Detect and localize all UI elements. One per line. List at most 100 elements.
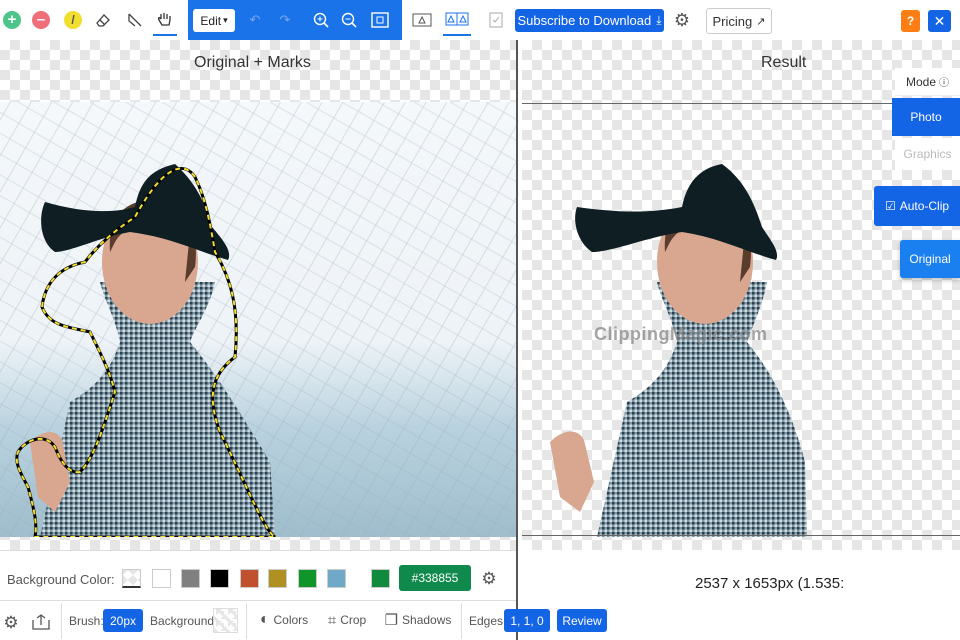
swatch-light-blue[interactable] — [327, 569, 346, 588]
mode-header: Mode ⓘ — [895, 68, 960, 96]
zoom-in-icon — [313, 12, 329, 28]
swatch-transparent[interactable] — [122, 569, 141, 588]
single-pane-icon — [412, 13, 432, 27]
pricing-button[interactable]: Pricing ↗ — [706, 8, 772, 34]
subscribe-label: Subscribe to Download — [517, 13, 652, 28]
bottom-toolbar: ⚙ Brush: 20px Background: ◐ Colors ⌗ Cro… — [0, 600, 607, 640]
clipboard-check-icon — [489, 12, 503, 28]
single-view-button[interactable] — [411, 6, 433, 34]
edges-settings-button[interactable]: 1, 1, 0 — [504, 609, 550, 632]
zoom-out-button[interactable] — [338, 6, 360, 34]
external-link-icon: ↗ — [756, 15, 766, 28]
separator — [246, 603, 247, 639]
graphics-label: Graphics — [903, 147, 952, 161]
bg-settings-button[interactable]: ⚙ — [479, 565, 499, 593]
edit-mode-label: Edit — [200, 13, 222, 28]
gear-icon: ⚙ — [673, 9, 691, 30]
edges-label: Edges: — [469, 614, 507, 628]
original-pane: Original + Marks — [0, 40, 516, 550]
tray-icon — [32, 614, 50, 630]
split-view-button[interactable] — [443, 4, 471, 36]
pan-tool[interactable] — [153, 4, 177, 36]
original-label: Original — [909, 252, 951, 266]
info-icon: ⓘ — [939, 78, 950, 89]
help-button[interactable]: ? — [901, 10, 920, 32]
mode-photo-button[interactable]: Photo — [892, 98, 960, 136]
fit-view-button[interactable] — [368, 6, 392, 34]
tool-settings-button[interactable]: ⚙ — [2, 609, 20, 637]
swatch-green[interactable] — [298, 569, 317, 588]
mode-graphics-button[interactable]: Graphics — [895, 138, 960, 170]
pencil-icon: / — [64, 11, 82, 29]
swatch-gold[interactable] — [268, 569, 287, 588]
scalpel-icon — [128, 13, 142, 27]
show-original-button[interactable]: Original — [900, 240, 960, 278]
checkbox-checked-icon: ☑ — [884, 199, 896, 213]
eraser-icon — [96, 14, 110, 27]
split-pane-icon — [445, 12, 469, 26]
plus-icon: + — [3, 11, 21, 29]
export-tool-button[interactable] — [30, 609, 52, 637]
separator — [61, 603, 62, 639]
redo-button[interactable]: ↷ — [274, 6, 296, 34]
watermark-text: ClippingMagic.com — [594, 324, 768, 344]
swatch-white[interactable] — [152, 569, 171, 588]
review-button[interactable]: Review — [557, 609, 607, 632]
review-label: Review — [562, 613, 602, 628]
bg-color-label: Background Color: — [7, 572, 115, 587]
swatch-red[interactable] — [240, 569, 259, 588]
remove-mark-tool[interactable]: – — [31, 6, 51, 34]
shadow-icon: ❐ — [384, 612, 399, 629]
top-toolbar: + – / Edit ▾ ↶ ↷ Subscribe to Download ⤓ — [0, 0, 960, 40]
separator — [461, 603, 462, 639]
fit-icon — [371, 12, 389, 28]
dimensions-text: 2537 x 1653px (1.535: — [695, 575, 845, 592]
hand-icon — [157, 13, 171, 26]
brush-label: Brush: — [69, 614, 104, 628]
gear-icon: ⚙ — [3, 613, 19, 632]
colors-button[interactable]: ◐ Colors — [254, 606, 314, 634]
zoom-in-button[interactable] — [310, 6, 332, 34]
add-mark-tool[interactable]: + — [2, 6, 22, 34]
close-icon: ✕ — [933, 12, 946, 29]
minus-icon: – — [32, 11, 50, 29]
redo-icon: ↷ — [279, 12, 291, 27]
custom-color-button[interactable]: #338855 — [399, 565, 471, 591]
swatch-current[interactable] — [371, 569, 390, 588]
subscribe-download-button[interactable]: Subscribe to Download ⤓ — [515, 9, 664, 32]
save-button[interactable] — [486, 6, 506, 34]
shadows-button[interactable]: ❐ Shadows — [383, 606, 453, 634]
mode-label: Mode — [905, 74, 937, 89]
brush-size-button[interactable]: 20px — [103, 609, 143, 632]
original-image[interactable] — [0, 102, 516, 537]
crop-label: Crop — [340, 613, 367, 627]
custom-color-hex: #338855 — [411, 571, 459, 585]
original-pane-title: Original + Marks — [194, 54, 311, 71]
settings-button[interactable]: ⚙ — [671, 6, 693, 34]
background-label: Background: — [150, 614, 218, 628]
crop-icon: ⌗ — [327, 611, 337, 629]
undo-button[interactable]: ↶ — [244, 6, 266, 34]
download-icon: ⤓ — [656, 13, 662, 27]
background-preview-button[interactable] — [213, 608, 238, 633]
edges-value: 1, 1, 0 — [510, 613, 544, 628]
photo-label: Photo — [910, 110, 942, 124]
original-photo-illustration — [0, 102, 516, 537]
crop-button[interactable]: ⌗ Crop — [322, 606, 372, 634]
scalpel-tool[interactable] — [124, 6, 146, 34]
result-bottom-border — [522, 535, 960, 536]
brush-size-value: 20px — [109, 613, 137, 628]
auto-clip-toggle[interactable]: ☑ Auto-Clip — [874, 186, 960, 226]
hair-mark-tool[interactable]: / — [63, 6, 83, 34]
undo-icon: ↶ — [249, 12, 261, 27]
help-label: ? — [906, 14, 915, 28]
close-button[interactable]: ✕ — [928, 10, 951, 32]
result-pane-title: Result — [761, 54, 807, 71]
edit-mode-select[interactable]: Edit ▾ — [193, 9, 235, 32]
eraser-tool[interactable] — [92, 6, 114, 34]
swatch-gray[interactable] — [181, 569, 200, 588]
swatch-black[interactable] — [210, 569, 229, 588]
auto-clip-label: Auto-Clip — [899, 199, 950, 213]
chevron-down-icon: ▾ — [223, 15, 228, 25]
colors-label: Colors — [273, 613, 309, 627]
